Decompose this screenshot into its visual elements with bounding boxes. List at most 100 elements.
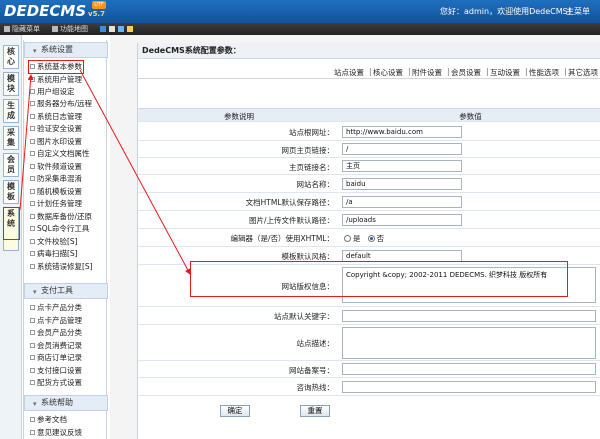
menu-item[interactable]: 配货方式设置 [30, 378, 82, 388]
menu-item[interactable]: SQL命令行工具 [30, 224, 89, 234]
menu-item[interactable]: 随机模板设置 [30, 187, 82, 197]
icp-number-input[interactable] [342, 363, 596, 375]
menu-item[interactable]: 计划任务管理 [30, 199, 82, 209]
row-label: 站点描述： [296, 339, 335, 348]
menu-item-label: 服务器分布/远程 [37, 99, 93, 108]
site-url-input[interactable]: http://www.baidu.com [342, 126, 462, 138]
row-label: 文档HTML默认保存路径： [245, 198, 334, 207]
tab-other-options[interactable]: 其它选项 [568, 67, 598, 78]
hotline-input[interactable] [342, 381, 596, 393]
bullet-icon [30, 214, 35, 219]
site-description-textarea[interactable] [342, 327, 596, 359]
bullet-icon [30, 126, 35, 131]
theme-swatch-yellow[interactable] [127, 26, 133, 32]
section-title: 系统设置 [41, 45, 73, 54]
radio-no[interactable] [367, 235, 375, 242]
menu-item[interactable]: 软件频道设置 [30, 162, 82, 172]
site-keywords-input[interactable] [342, 310, 596, 322]
logo: DEDECMS [4, 2, 87, 20]
vtab-member[interactable]: 会员 [3, 153, 19, 177]
header-param-desc: 参数说明 [224, 112, 254, 121]
menu-item[interactable]: 图片水印设置 [30, 137, 82, 147]
menu-item[interactable]: 意见建议反馈 [30, 428, 82, 438]
bullet-icon [30, 368, 35, 373]
menu-item-label: 意见建议反馈 [37, 428, 82, 437]
vtab-collect[interactable]: 采集 [3, 126, 19, 150]
radio-yes[interactable] [344, 235, 351, 242]
reset-button[interactable]: 重置 [300, 405, 330, 417]
row-label: 网站名称： [296, 180, 335, 189]
menu-item[interactable]: 文件校验[S] [30, 237, 78, 247]
tab-core-settings[interactable]: 核心设置 [373, 67, 403, 78]
bullet-icon [30, 139, 35, 144]
menu-section-system-settings[interactable]: ▾ 系统设置 [24, 42, 108, 58]
row-label: 咨询热线： [296, 383, 335, 392]
menu-item[interactable]: 系统错误修复[S] [30, 262, 93, 272]
function-map-label: 功能地图 [60, 25, 88, 33]
row-label: 编辑器（是/否）使用XHTML： [230, 234, 334, 243]
theme-swatch-gray[interactable] [109, 26, 115, 32]
menu-section-payment-tools[interactable]: ▾ 支付工具 [24, 283, 108, 299]
menu-item[interactable]: 点卡产品分类 [30, 303, 82, 313]
menu-item[interactable]: 防采集串混淆 [30, 174, 82, 184]
function-map-button[interactable]: 功能地图 [52, 24, 88, 34]
vtab-module[interactable]: 模块 [3, 72, 19, 96]
menu-item[interactable]: 系统用户管理 [30, 75, 82, 85]
hide-menu-button[interactable]: 隐藏菜单 [4, 24, 40, 34]
menu-item-label: 配货方式设置 [37, 378, 82, 387]
menu-item-label: 点卡产品管理 [37, 316, 82, 325]
theme-swatch-lightblue[interactable] [118, 26, 124, 32]
menu-item[interactable]: 服务器分布/远程 [30, 99, 92, 109]
menu-item[interactable]: 用户组设定 [30, 87, 75, 97]
menu-item-label: 防采集串混淆 [37, 174, 82, 183]
bullet-icon [30, 251, 35, 256]
menu-item-basic-params[interactable]: 系统基本参数 [28, 60, 84, 74]
theme-swatch-blue[interactable] [100, 26, 106, 32]
config-tabs: 站点设置 | 核心设置 | 附件设置 | 会员设置 | 互动设置 | 性能选项 … [138, 65, 600, 79]
main-menu-link[interactable]: 主菜单 [566, 6, 590, 17]
collapse-icon: ▾ [33, 400, 37, 408]
row-label: 网页主页链接： [281, 146, 335, 155]
tab-member-settings[interactable]: 会员设置 [451, 67, 481, 78]
menu-item[interactable]: 病毒扫描[S] [30, 249, 78, 259]
config-panel: DedeCMS系统配置参数： 站点设置 | 核心设置 | 附件设置 | 会员设置… [137, 43, 600, 439]
homepage-link-input[interactable]: / [342, 143, 462, 155]
menu-item-label: 会员产品分类 [37, 328, 82, 337]
site-name-input[interactable]: baidu [342, 178, 462, 190]
collapse-icon: ▾ [33, 47, 37, 55]
bullet-icon [30, 239, 35, 244]
menu-item-label: 点卡产品分类 [37, 303, 82, 312]
menu-item[interactable]: 验证安全设置 [30, 124, 82, 134]
menu-item[interactable]: 会员产品分类 [30, 328, 82, 338]
menu-item[interactable]: 参考文档 [30, 415, 67, 425]
vtab-core[interactable]: 核心 [3, 45, 19, 69]
hide-menu-label: 隐藏菜单 [12, 25, 40, 33]
bullet-icon [30, 380, 35, 385]
tab-performance-options[interactable]: 性能选项 [529, 67, 559, 78]
tab-separator: | [486, 67, 489, 76]
bullet-icon [30, 417, 35, 422]
tab-attachment-settings[interactable]: 附件设置 [412, 67, 442, 78]
table-row: 网页主页链接： / [138, 141, 600, 158]
menu-item[interactable]: 会员消费记录 [30, 341, 82, 351]
bullet-icon [30, 264, 35, 269]
menu-item[interactable]: 点卡产品管理 [30, 316, 82, 326]
confirm-button[interactable]: 确定 [220, 405, 250, 417]
menu-item-label: 系统基本参数 [37, 62, 82, 71]
homepage-name-input[interactable]: 主页 [342, 160, 462, 172]
menu-item[interactable]: 自定义文档属性 [30, 149, 90, 159]
menu-section-system-help[interactable]: ▾ 系统帮助 [24, 395, 108, 411]
menu-item[interactable]: 支付接口设置 [30, 366, 82, 376]
tab-interaction-settings[interactable]: 互动设置 [490, 67, 520, 78]
html-path-input[interactable]: /a [342, 196, 462, 208]
tab-site-settings[interactable]: 站点设置 [334, 67, 364, 78]
vtab-generate[interactable]: 生成 [3, 99, 19, 123]
menu-item[interactable]: 系统日志管理 [30, 112, 82, 122]
menu-item-label: 商店订单记录 [37, 353, 82, 362]
upload-path-input[interactable]: /uploads [342, 214, 462, 226]
vtab-template[interactable]: 模板 [3, 180, 19, 204]
radio-yes-label: 是 [353, 234, 361, 243]
menu-item[interactable]: 数据库备份/还原 [30, 212, 92, 222]
menu-item[interactable]: 商店订单记录 [30, 353, 82, 363]
main-area: DedeCMS系统配置参数： 站点设置 | 核心设置 | 附件设置 | 会员设置… [110, 35, 600, 439]
